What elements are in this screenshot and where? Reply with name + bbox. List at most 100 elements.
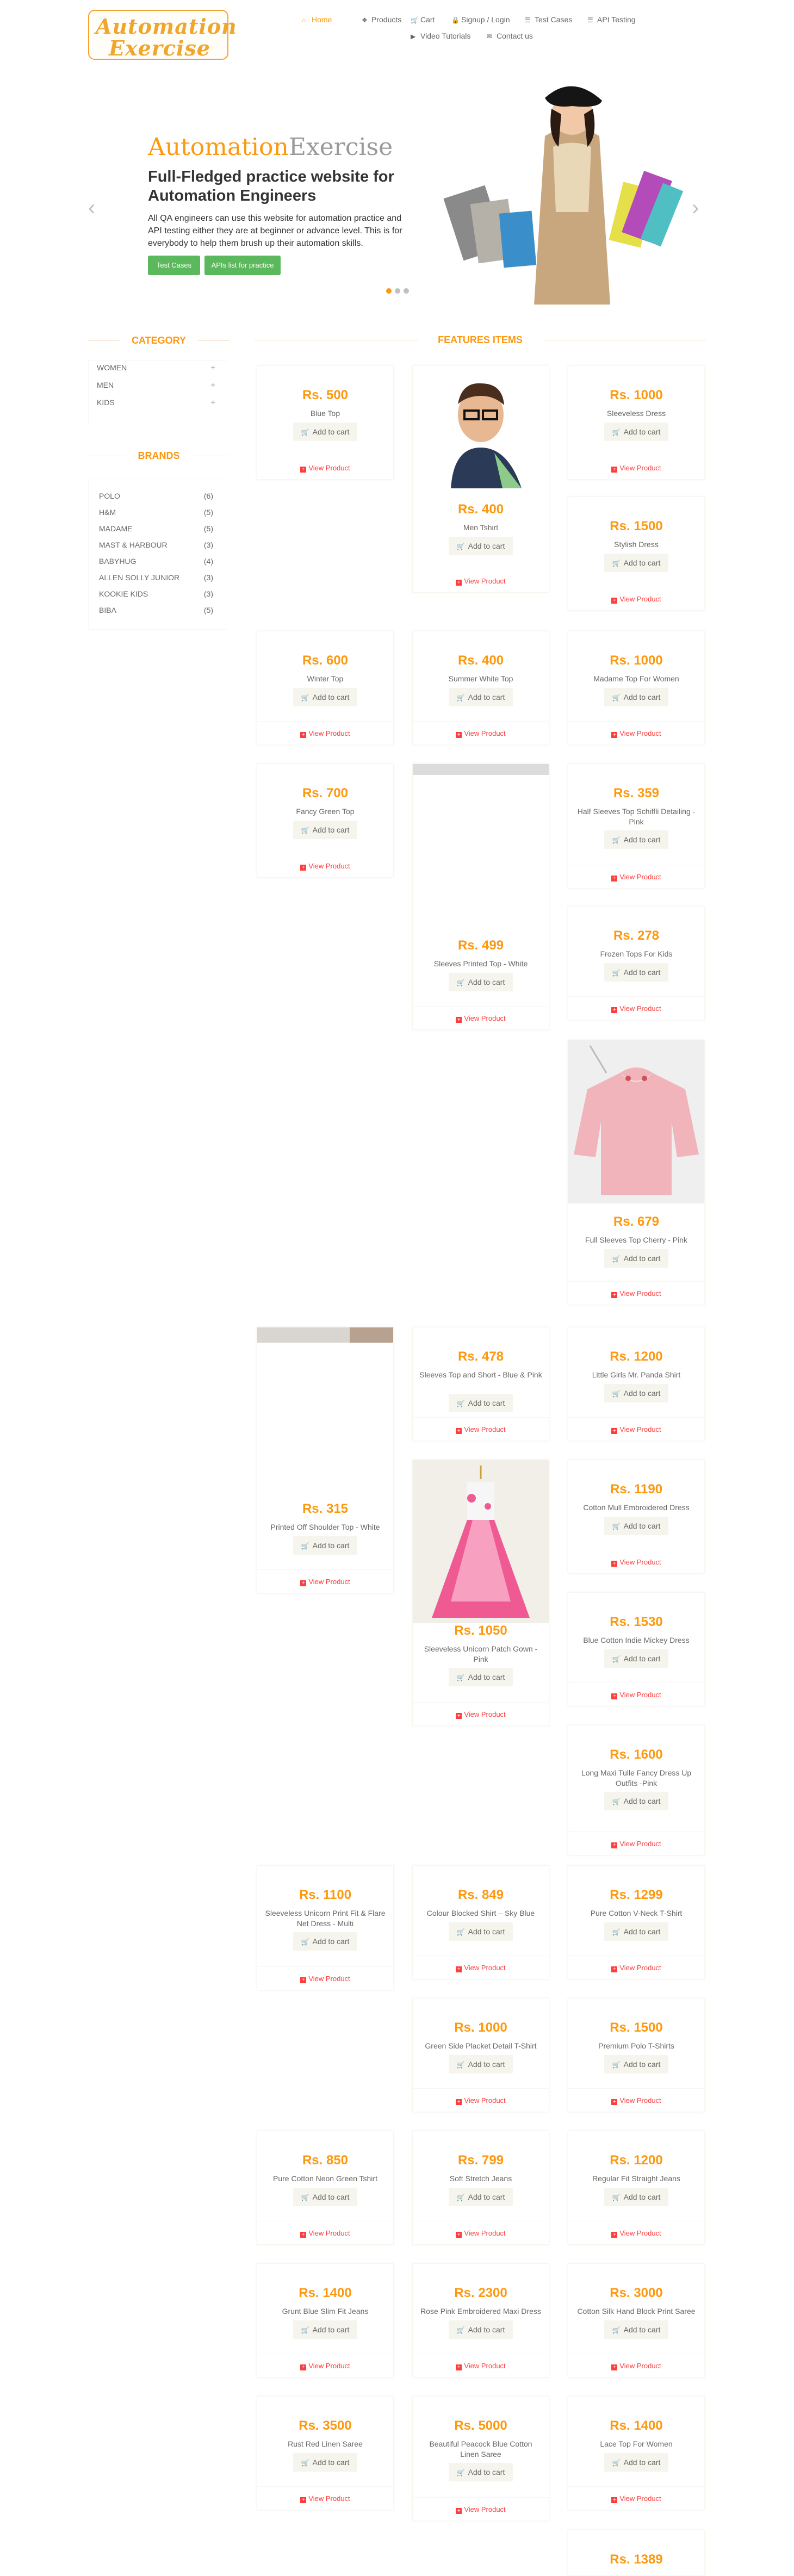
view-product-link[interactable]: + View Product — [257, 729, 393, 738]
view-product-link[interactable]: + View Product — [257, 2362, 393, 2370]
add-to-cart-button[interactable]: 🛒 Add to cart — [449, 2188, 513, 2206]
nav-products[interactable]: ❖ Products — [362, 15, 401, 24]
nav-test-cases[interactable]: ☰ Test Cases — [525, 15, 572, 24]
shopping-cart-icon: 🛒 — [612, 1390, 621, 1398]
brand-item[interactable]: Madame (5) — [99, 524, 213, 541]
slider-dot-3[interactable] — [404, 288, 409, 294]
view-product-link[interactable]: + View Product — [568, 2494, 704, 2503]
add-to-cart-button[interactable]: 🛒 Add to cart — [293, 423, 357, 441]
view-product-link[interactable]: + View Product — [568, 873, 704, 882]
product-price: Rs. 2300 — [454, 2286, 507, 2300]
add-to-cart-button[interactable]: 🛒 Add to cart — [449, 2055, 513, 2074]
add-to-cart-button[interactable]: 🛒 Add to cart — [604, 688, 668, 706]
view-product-link[interactable]: + View Product — [257, 2494, 393, 2503]
view-product-link[interactable]: + View Product — [257, 464, 393, 473]
view-product-link[interactable]: + View Product — [257, 1975, 393, 1983]
site-logo[interactable]: Automation Exercise — [88, 10, 237, 60]
view-product-link[interactable]: + View Product — [413, 2096, 549, 2105]
view-product-link[interactable]: + View Product — [568, 464, 704, 473]
plus-icon[interactable]: + — [210, 381, 215, 390]
nav-contact-us[interactable]: ✉ Contact us — [487, 32, 533, 40]
slider-dot-2[interactable] — [395, 288, 400, 294]
brand-item[interactable]: Allen Solly Junior (3) — [99, 573, 213, 589]
add-to-cart-button[interactable]: 🛒 Add to cart — [604, 2320, 668, 2339]
category-men[interactable]: Men + — [97, 381, 222, 398]
apis-list-button[interactable]: APIs list for practice — [204, 256, 281, 275]
plus-icon[interactable]: + — [210, 398, 215, 407]
slider-dot-1[interactable] — [386, 288, 392, 294]
slider-next-arrow[interactable]: › — [692, 196, 699, 220]
brand-item[interactable]: H&M (5) — [99, 508, 213, 524]
view-product-link[interactable]: + View Product — [568, 1289, 704, 1298]
slider-prev-arrow[interactable]: ‹ — [88, 196, 95, 220]
add-to-cart-button[interactable]: 🛒 Add to cart — [449, 1668, 513, 1686]
view-product-link[interactable]: + View Product — [257, 862, 393, 871]
view-product-link[interactable]: + View Product — [413, 2229, 549, 2238]
add-to-cart-button[interactable]: 🛒 Add to cart — [449, 2463, 513, 2481]
add-to-cart-button[interactable]: 🛒 Add to cart — [604, 830, 668, 849]
view-product-link[interactable]: + View Product — [413, 729, 549, 738]
brand-item[interactable]: Mast & Harbour (3) — [99, 541, 213, 557]
category-kids[interactable]: Kids + — [97, 398, 222, 415]
add-to-cart-button[interactable]: 🛒 Add to cart — [449, 688, 513, 706]
nav-api-testing[interactable]: ☰ API Testing — [587, 15, 636, 24]
plus-icon[interactable]: + — [210, 363, 215, 373]
view-product-link[interactable]: + View Product — [568, 1558, 704, 1567]
add-to-cart-button[interactable]: 🛒 Add to cart — [604, 2055, 668, 2074]
add-to-cart-button[interactable]: 🛒 Add to cart — [449, 2320, 513, 2339]
add-to-cart-button[interactable]: 🛒 Add to cart — [293, 1932, 357, 1951]
view-product-link[interactable]: + View Product — [568, 2362, 704, 2370]
add-to-cart-button[interactable]: 🛒 Add to cart — [449, 973, 513, 991]
view-product-link[interactable]: + View Product — [568, 2229, 704, 2238]
view-product-link[interactable]: + View Product — [568, 2096, 704, 2105]
add-to-cart-button[interactable]: 🛒 Add to cart — [604, 1649, 668, 1668]
view-product-link[interactable]: + View Product — [568, 1691, 704, 1699]
view-product-link[interactable]: + View Product — [257, 1578, 393, 1586]
add-to-cart-button[interactable]: 🛒 Add to cart — [449, 1922, 513, 1941]
nav-cart[interactable]: 🛒 Cart — [411, 15, 435, 24]
brand-item[interactable]: Kookie Kids (3) — [99, 589, 213, 606]
view-product-link[interactable]: + View Product — [413, 1710, 549, 1719]
add-to-cart-button[interactable]: 🛒 Add to cart — [604, 1792, 668, 1810]
brand-item[interactable]: Biba (5) — [99, 606, 213, 622]
add-to-cart-button[interactable]: 🛒 Add to cart — [604, 2453, 668, 2472]
view-product-link[interactable]: + View Product — [413, 1014, 549, 1023]
view-product-link[interactable]: + View Product — [568, 729, 704, 738]
add-to-cart-button[interactable]: 🛒 Add to cart — [604, 423, 668, 441]
view-product-link[interactable]: + View Product — [568, 1840, 704, 1848]
category-women[interactable]: Women + — [97, 363, 222, 381]
add-to-cart-button[interactable]: 🛒 Add to cart — [293, 688, 357, 706]
view-product-link[interactable]: + View Product — [568, 1425, 704, 1434]
test-cases-button[interactable]: Test Cases — [148, 256, 200, 275]
view-product-link[interactable]: + View Product — [568, 595, 704, 604]
add-to-cart-button[interactable]: 🛒 Add to cart — [449, 1394, 513, 1412]
add-to-cart-button[interactable]: 🛒 Add to cart — [604, 1517, 668, 1535]
view-product-link[interactable]: + View Product — [257, 2229, 393, 2238]
add-to-cart-button[interactable]: 🛒 Add to cart — [449, 537, 513, 555]
brand-item[interactable]: Babyhug (4) — [99, 557, 213, 573]
add-to-cart-button[interactable]: 🛒 Add to cart — [604, 1249, 668, 1268]
add-to-cart-button[interactable]: 🛒 Add to cart — [604, 963, 668, 982]
nav-home[interactable]: ⌂ Home — [302, 15, 332, 24]
add-to-cart-button[interactable]: 🛒 Add to cart — [293, 821, 357, 839]
add-to-cart-button[interactable]: 🛒 Add to cart — [604, 554, 668, 572]
nav-label: Products — [371, 15, 402, 24]
brand-item[interactable]: Polo (6) — [99, 492, 213, 508]
add-to-cart-button[interactable]: 🛒 Add to cart — [604, 1922, 668, 1941]
plus-square-icon: + — [300, 1580, 307, 1586]
view-product-link[interactable]: + View Product — [413, 1964, 549, 1972]
view-product-link[interactable]: + View Product — [413, 2362, 549, 2370]
nav-video-tutorials[interactable]: ▶ Video Tutorials — [411, 32, 470, 40]
nav-signup-login[interactable]: 🔒 Signup / Login — [451, 15, 510, 24]
add-to-cart-button[interactable]: 🛒 Add to cart — [604, 1384, 668, 1402]
add-to-cart-button[interactable]: 🛒 Add to cart — [293, 2453, 357, 2472]
add-to-cart-button[interactable]: 🛒 Add to cart — [604, 2188, 668, 2206]
add-to-cart-button[interactable]: 🛒 Add to cart — [293, 1536, 357, 1555]
view-product-link[interactable]: + View Product — [413, 577, 549, 586]
add-to-cart-button[interactable]: 🛒 Add to cart — [293, 2188, 357, 2206]
view-product-link[interactable]: + View Product — [568, 1964, 704, 1972]
view-product-link[interactable]: + View Product — [413, 2505, 549, 2514]
view-product-link[interactable]: + View Product — [413, 1425, 549, 1434]
add-to-cart-button[interactable]: 🛒 Add to cart — [293, 2320, 357, 2339]
view-product-link[interactable]: + View Product — [568, 1004, 704, 1013]
